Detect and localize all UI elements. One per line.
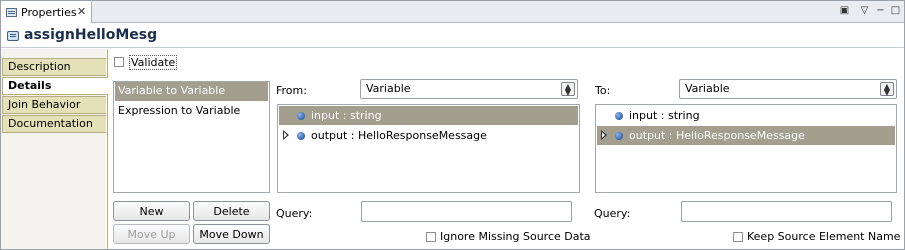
to-variable-tree[interactable]: input : string output : HelloResponseMes… — [595, 104, 897, 193]
move-up-button[interactable]: Move Up — [113, 224, 190, 244]
close-icon[interactable]: ✕ — [77, 5, 86, 18]
variable-icon — [615, 112, 623, 120]
tab-label: Documentation — [8, 117, 93, 130]
chevron-updown-icon: ▲ ▼ — [561, 82, 575, 97]
tree-item[interactable]: output : HelloResponseMessage — [279, 126, 578, 145]
from-label: From: — [276, 84, 307, 97]
to-type-select[interactable]: Variable ▲ ▼ — [679, 79, 897, 99]
tree-item[interactable]: input : string — [597, 106, 895, 125]
keep-source-name-label: Keep Source Element Name — [747, 230, 901, 243]
select-value: Variable — [366, 82, 411, 95]
list-item[interactable]: Expression to Variable — [115, 102, 268, 121]
variable-icon — [297, 112, 305, 120]
from-query-label: Query: — [276, 207, 313, 220]
tab-join-behavior[interactable]: Join Behavior — [2, 96, 106, 114]
move-down-button[interactable]: Move Down — [193, 224, 270, 244]
validate-checkbox[interactable] — [114, 57, 124, 67]
properties-view-icon — [6, 8, 17, 17]
tab-details[interactable]: Details — [2, 77, 108, 95]
tab-label: Description — [8, 60, 71, 73]
expand-icon[interactable] — [283, 130, 289, 140]
assign-activity-icon — [7, 31, 19, 41]
from-type-select[interactable]: Variable ▲ ▼ — [360, 79, 578, 99]
from-variable-tree[interactable]: input : string output : HelloResponseMes… — [277, 104, 580, 193]
to-query-input[interactable] — [681, 201, 892, 222]
to-label: To: — [595, 84, 611, 97]
tree-item-label: input : string — [629, 109, 700, 122]
view-menu-icon[interactable]: ▽ — [858, 4, 871, 17]
properties-header: assignHelloMesg — [1, 24, 904, 48]
expand-icon[interactable] — [601, 130, 607, 140]
to-query-label: Query: — [594, 207, 631, 220]
chevron-updown-icon: ▲ ▼ — [880, 82, 894, 97]
tab-label: Details — [8, 79, 52, 92]
tab-documentation[interactable]: Documentation — [2, 115, 106, 133]
ignore-missing-label: Ignore Missing Source Data — [440, 230, 591, 243]
maximize-icon[interactable]: □ — [889, 4, 902, 17]
copy-kind-list[interactable]: Variable to Variable Expression to Varia… — [113, 81, 270, 193]
select-value: Variable — [685, 82, 730, 95]
view-tab-bar — [1, 1, 904, 23]
tree-item-label: output : HelloResponseMessage — [629, 129, 805, 142]
tab-description[interactable]: Description — [2, 58, 106, 76]
ignore-missing-checkbox[interactable] — [426, 232, 436, 242]
minimize-icon[interactable]: − — [874, 4, 887, 17]
tree-item-label: input : string — [311, 109, 382, 122]
tree-item[interactable]: input : string — [279, 106, 578, 125]
tab-title: Properties — [21, 6, 77, 19]
tab-label: Join Behavior — [8, 98, 81, 111]
tab-properties[interactable]: Properties ✕ — [1, 1, 92, 23]
variable-icon — [615, 132, 623, 140]
from-query-input[interactable] — [361, 201, 572, 222]
delete-button[interactable]: Delete — [193, 201, 270, 221]
new-button[interactable]: New — [113, 201, 190, 221]
page-title: assignHelloMesg — [24, 27, 158, 43]
variable-icon — [297, 132, 305, 140]
pin-icon[interactable]: ▣ — [838, 4, 851, 17]
validate-label: Validate — [129, 55, 178, 70]
tree-item[interactable]: output : HelloResponseMessage — [597, 126, 895, 145]
keep-source-name-checkbox[interactable] — [733, 232, 743, 242]
tree-item-label: output : HelloResponseMessage — [311, 129, 487, 142]
list-item[interactable]: Variable to Variable — [115, 82, 268, 101]
